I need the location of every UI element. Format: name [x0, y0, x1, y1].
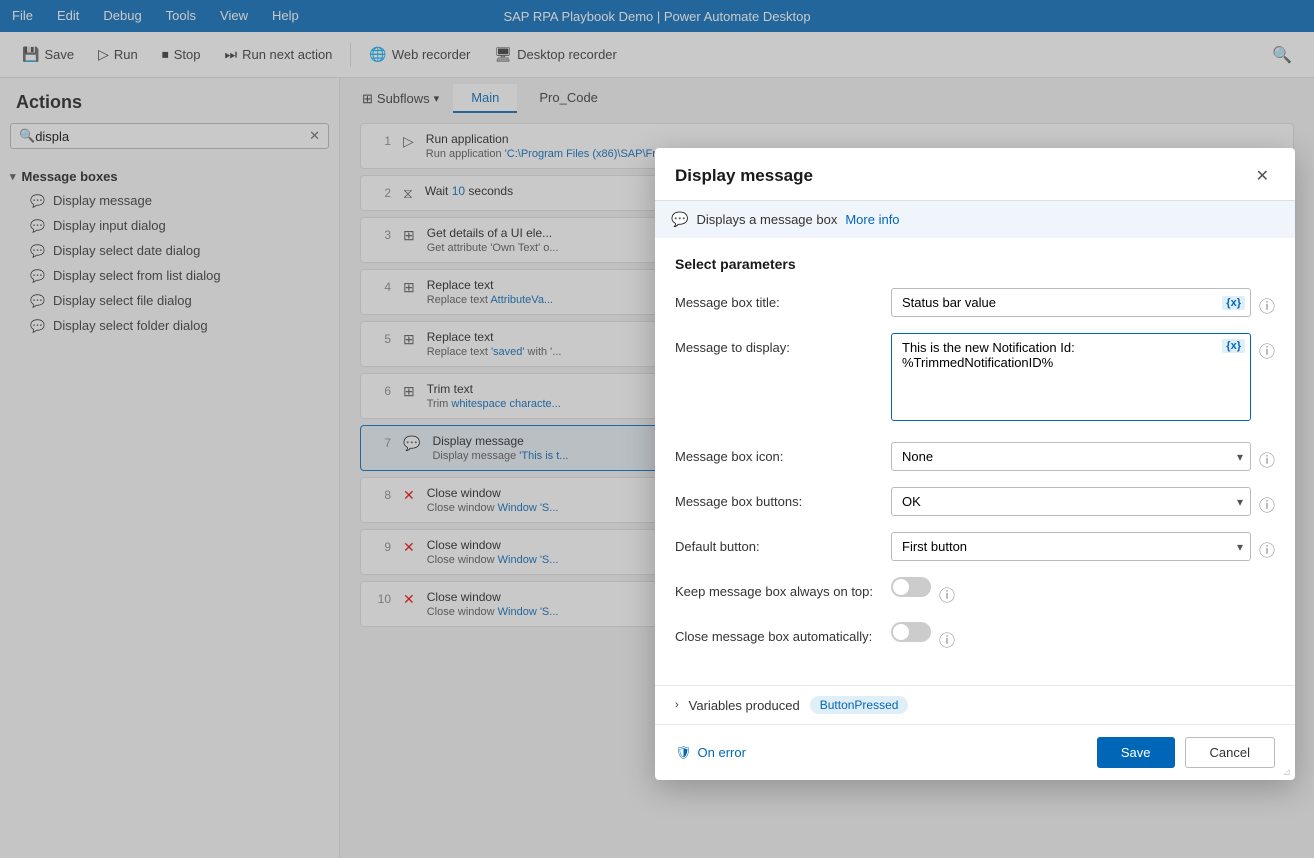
default-button-label: Default button: — [675, 532, 875, 554]
on-error-button[interactable]: 🛡 On error — [675, 745, 746, 761]
cancel-button[interactable]: Cancel — [1185, 737, 1275, 768]
message-to-display-control: This is the new Notification Id: %Trimme… — [891, 333, 1275, 426]
dialog-title: Display message — [675, 166, 813, 186]
info-icon: 💬 — [671, 211, 688, 228]
close-auto-toggle[interactable] — [891, 622, 931, 642]
variable-badge: ButtonPressed — [810, 696, 909, 714]
variables-label: Variables produced — [689, 698, 800, 713]
message-box-buttons-row: Message box buttons: OK ▾ ⓘ — [675, 487, 1275, 516]
message-box-buttons-label: Message box buttons: — [675, 487, 875, 509]
message-box-icon-select-wrap: None ▾ — [891, 442, 1251, 471]
message-box-title-row: Message box title: {x} ⓘ — [675, 288, 1275, 317]
message-box-title-label: Message box title: — [675, 288, 875, 310]
message-textarea-wrap: This is the new Notification Id: %Trimme… — [891, 333, 1251, 426]
message-box-buttons-select[interactable]: OK — [891, 487, 1251, 516]
keep-on-top-toggle[interactable] — [891, 577, 931, 597]
dialog-info-bar: 💬 Displays a message box More info — [655, 201, 1295, 238]
default-button-select[interactable]: First button — [891, 532, 1251, 561]
message-box-title-control: {x} ⓘ — [891, 288, 1275, 317]
close-auto-row: Close message box automatically: ⓘ — [675, 622, 1275, 651]
message-to-display-label: Message to display: — [675, 333, 875, 355]
message-box-title-info-icon[interactable]: ⓘ — [1259, 288, 1275, 317]
default-button-row: Default button: First button ▾ ⓘ — [675, 532, 1275, 561]
variables-chevron-icon[interactable]: › — [675, 699, 679, 711]
dialog-info-text: Displays a message box — [696, 212, 837, 227]
dialog-body: Select parameters Message box title: {x}… — [655, 238, 1295, 685]
select-parameters-title: Select parameters — [675, 256, 1275, 272]
message-box-icon-row: Message box icon: None ▾ ⓘ — [675, 442, 1275, 471]
more-info-link[interactable]: More info — [845, 212, 899, 227]
default-button-select-wrap: First button ▾ — [891, 532, 1251, 561]
variables-row: › Variables produced ButtonPressed — [655, 685, 1295, 724]
message-to-display-row: Message to display: This is the new Noti… — [675, 333, 1275, 426]
dialog-footer: 🛡 On error Save Cancel — [655, 724, 1295, 780]
message-box-icon-select[interactable]: None — [891, 442, 1251, 471]
message-to-display-info-icon[interactable]: ⓘ — [1259, 333, 1275, 362]
message-box-buttons-select-wrap: OK ▾ — [891, 487, 1251, 516]
message-box-buttons-info-icon[interactable]: ⓘ — [1259, 487, 1275, 516]
default-button-info-icon[interactable]: ⓘ — [1259, 532, 1275, 561]
footer-right: Save Cancel — [1097, 737, 1275, 768]
message-box-icon-control: None ▾ ⓘ — [891, 442, 1275, 471]
keep-on-top-info-icon[interactable]: ⓘ — [939, 577, 955, 606]
message-box-title-x-button[interactable]: {x} — [1222, 296, 1245, 310]
message-box-icon-info-icon[interactable]: ⓘ — [1259, 442, 1275, 471]
close-auto-label: Close message box automatically: — [675, 622, 875, 644]
dialog-close-button[interactable]: ✕ — [1250, 164, 1275, 188]
keep-on-top-row: Keep message box always on top: ⓘ — [675, 577, 1275, 606]
default-button-control: First button ▾ ⓘ — [891, 532, 1275, 561]
keep-on-top-control: ⓘ — [891, 577, 1275, 606]
keep-on-top-label: Keep message box always on top: — [675, 577, 875, 599]
message-textarea[interactable]: This is the new Notification Id: %Trimme… — [891, 333, 1251, 421]
close-auto-info-icon[interactable]: ⓘ — [939, 622, 955, 651]
message-x-button[interactable]: {x} — [1222, 339, 1245, 353]
dialog-header: Display message ✕ — [655, 148, 1295, 201]
close-auto-control: ⓘ — [891, 622, 1275, 651]
message-box-icon-label: Message box icon: — [675, 442, 875, 464]
resize-handle[interactable]: ⊿ — [1283, 767, 1291, 778]
display-message-dialog: Display message ✕ 💬 Displays a message b… — [655, 148, 1295, 780]
message-box-title-wrap: {x} — [891, 288, 1251, 317]
message-box-title-input[interactable] — [891, 288, 1251, 317]
save-button[interactable]: Save — [1097, 737, 1175, 768]
message-box-buttons-control: OK ▾ ⓘ — [891, 487, 1275, 516]
shield-icon: 🛡 — [675, 745, 692, 761]
